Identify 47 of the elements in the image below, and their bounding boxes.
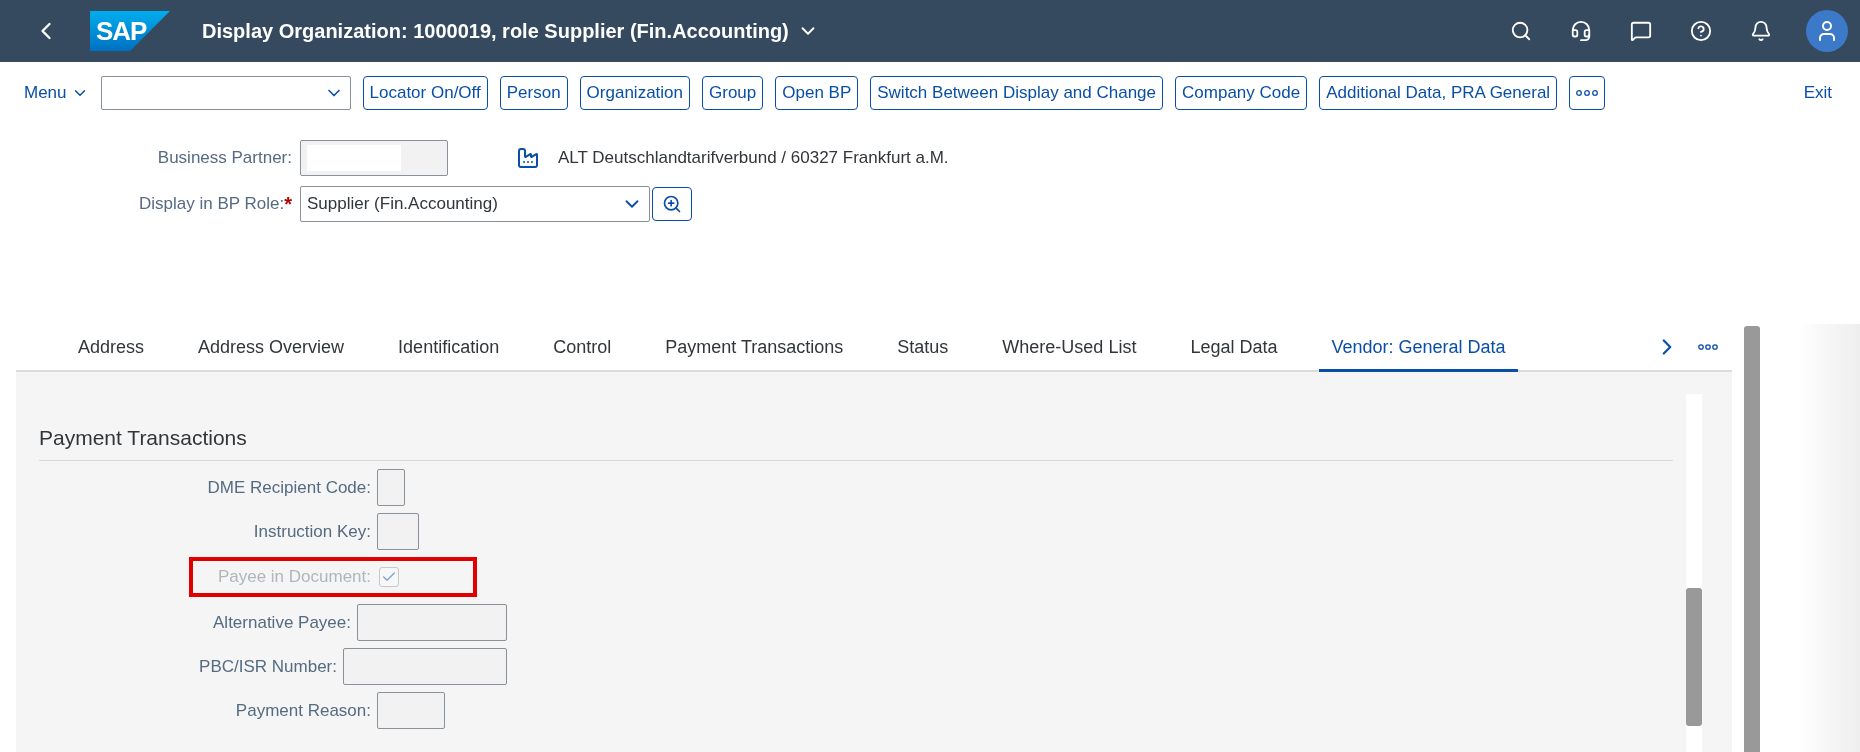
tab[interactable]: Status (885, 326, 961, 372)
field-label: PBC/ISR Number: (198, 656, 338, 677)
input-field[interactable] (377, 469, 405, 506)
menu-button[interactable]: Menu (24, 83, 89, 103)
app-title[interactable]: Display Organization: 1000019, role Supplier (Fin.Accounting) (202, 19, 819, 43)
required-mark: * (284, 192, 292, 216)
field-label: Alternative Payee: (212, 612, 352, 633)
toolbar-button[interactable]: Additional Data, PRA General (1319, 76, 1558, 110)
building-icon (516, 146, 540, 170)
tab[interactable]: Address (66, 326, 157, 372)
tab[interactable]: Identification (386, 326, 512, 372)
toolbar-button[interactable]: Person (499, 76, 568, 110)
zoom-icon (662, 194, 682, 214)
search-button[interactable] (652, 187, 692, 221)
sap-logo[interactable]: SAP (90, 11, 170, 51)
tab[interactable]: Payment Transactions (653, 326, 856, 372)
tab[interactable]: Address Overview (186, 326, 357, 372)
field-label: Payee in Document: (216, 567, 372, 587)
input-field[interactable] (377, 692, 445, 729)
overflow-button[interactable] (1569, 76, 1606, 110)
input-field[interactable] (343, 648, 507, 685)
toolbar-button[interactable]: Locator On/Off (362, 76, 488, 110)
role-select[interactable]: Supplier (Fin.Accounting) (300, 186, 650, 222)
tab[interactable]: Control (541, 326, 624, 372)
tab[interactable]: Where-Used List (990, 326, 1149, 372)
field-label: Instruction Key: (252, 521, 372, 542)
field-label: DME Recipient Code: (206, 477, 372, 498)
toolbar-button[interactable]: Open BP (775, 76, 859, 110)
section-title: Payment Transactions (39, 426, 1673, 461)
command-dropdown[interactable] (100, 76, 351, 110)
scrollbar-thumb[interactable] (1686, 588, 1702, 726)
toolbar-button[interactable]: Company Code (1175, 76, 1308, 110)
field-label: Display in BP Role: (139, 194, 285, 214)
exit-button[interactable]: Exit (1797, 82, 1838, 104)
toolbar-button[interactable]: Organization (579, 76, 690, 110)
toolbar-button[interactable]: Switch Between Display and Change (870, 76, 1164, 110)
partner-name: ALT Deutschlandtarifverbund / 60327 Frankfurt a.M. (558, 148, 949, 168)
scrollbar-thumb[interactable] (1744, 326, 1760, 752)
more-icon (1576, 89, 1599, 97)
user-avatar[interactable] (1806, 10, 1848, 52)
input-field[interactable] (377, 513, 419, 550)
business-partner-field[interactable] (300, 140, 448, 176)
field-label: Payment Reason: (234, 700, 372, 721)
field-label: Business Partner: (156, 148, 293, 168)
tab[interactable]: Legal Data (1178, 326, 1290, 372)
toolbar-button[interactable]: Group (702, 76, 764, 110)
input-field[interactable] (357, 604, 507, 641)
